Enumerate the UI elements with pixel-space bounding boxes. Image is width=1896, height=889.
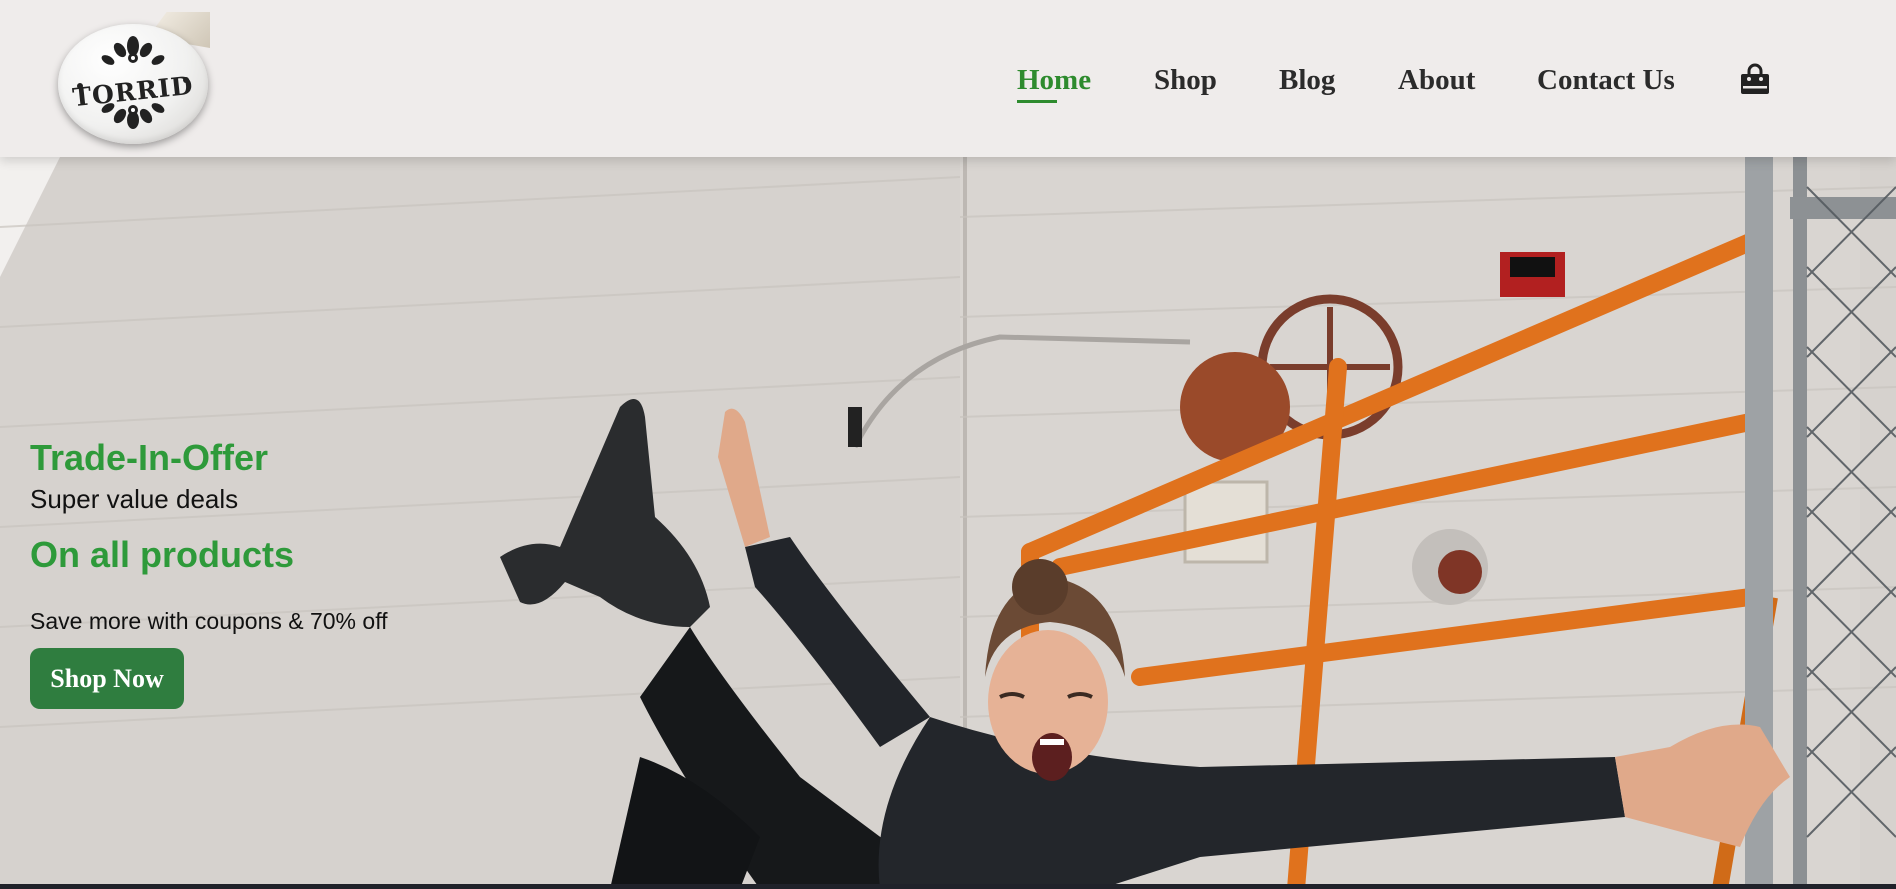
hero-subtitle: Super value deals: [30, 484, 239, 514]
nav-shop[interactable]: Shop: [1154, 60, 1217, 100]
brand-logo[interactable]: TORRID: [58, 12, 210, 146]
nav-about[interactable]: About: [1398, 60, 1475, 100]
nav-blog[interactable]: Blog: [1279, 60, 1335, 100]
hero-bottom-edge: [0, 884, 1896, 889]
hero-headline: On all products: [30, 534, 295, 575]
nav-home-label: Home: [1017, 64, 1092, 96]
hero-kicker: Trade-In-Offer: [30, 437, 269, 478]
hero-description: Save more with coupons & 70% off: [30, 608, 388, 634]
shopping-bag-icon[interactable]: [1738, 62, 1772, 96]
hero-photo: [0, 157, 1896, 889]
logo-badge: TORRID: [58, 24, 208, 144]
nav-home[interactable]: Home: [1017, 60, 1092, 103]
nav-contact-us[interactable]: Contact Us: [1537, 60, 1675, 100]
hero-banner: Trade-In-Offer Super value deals On all …: [0, 157, 1896, 889]
site-header: TORRID Home Shop Blog About Contact Us: [0, 0, 1896, 157]
active-underline: [1017, 100, 1057, 103]
shop-now-button[interactable]: Shop Now: [30, 648, 184, 709]
